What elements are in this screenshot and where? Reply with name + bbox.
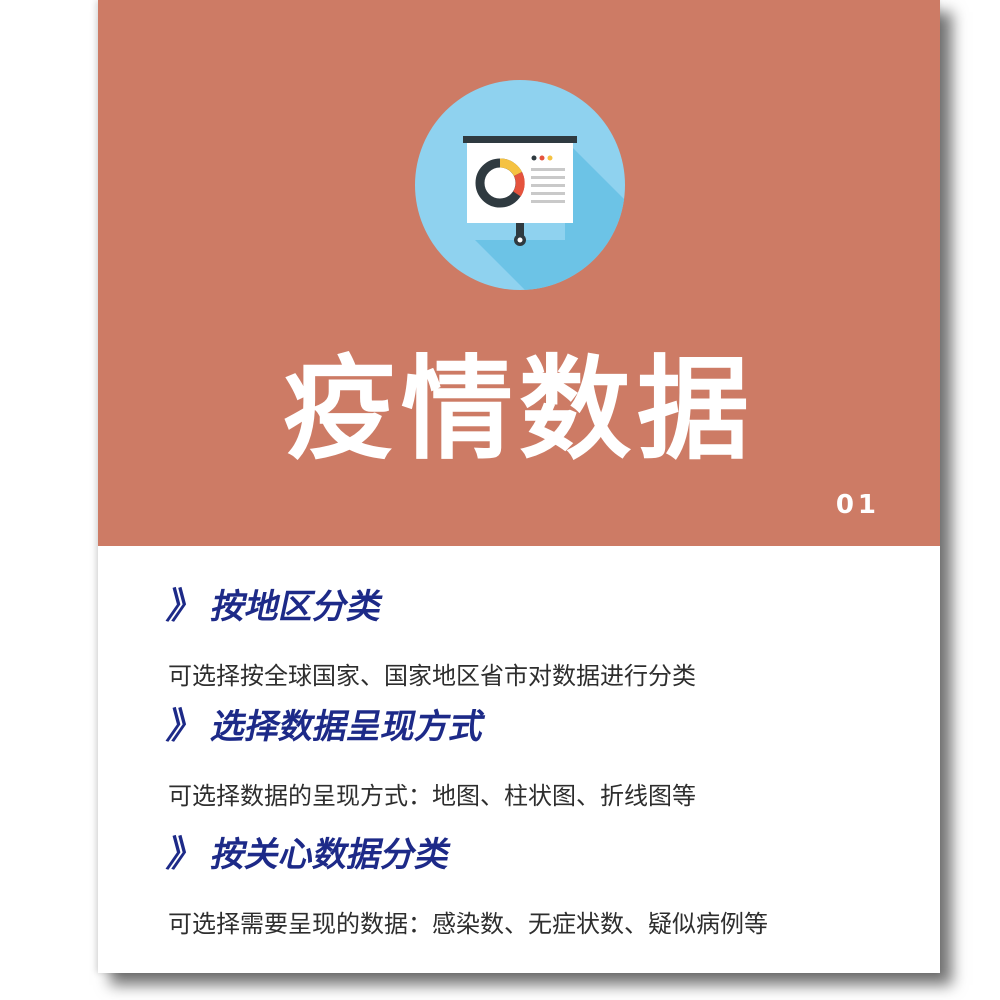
page-number: 01	[835, 490, 880, 520]
section-description: 可选择数据的呈现方式：地图、柱状图、折线图等	[168, 782, 696, 810]
section-data-category: 》 按关心数据分类 可选择需要呈现的数据：感染数、无症状数、疑似病例等	[164, 830, 888, 940]
section-description: 可选择按全球国家、国家地区省市对数据进行分类	[168, 662, 696, 690]
section-title: 按关心数据分类	[207, 835, 455, 875]
section-heading: 》 选择数据呈现方式	[164, 702, 888, 752]
presentation-chart-icon	[415, 80, 625, 290]
feature-card: 疫情数据 01 》 按地区分类 可选择按全球国家、国家地区省市对数据进行分类 》…	[98, 0, 940, 973]
hero-title: 疫情数据	[283, 345, 755, 475]
section-title: 按地区分类	[207, 587, 387, 627]
section-description: 可选择需要呈现的数据：感染数、无症状数、疑似病例等	[168, 910, 768, 938]
chevron-right-icon: 》	[163, 834, 209, 875]
section-heading: 》 按地区分类	[164, 582, 888, 632]
section-title: 选择数据呈现方式	[207, 707, 489, 747]
section-display-mode: 》 选择数据呈现方式 可选择数据的呈现方式：地图、柱状图、折线图等	[164, 702, 888, 812]
section-heading: 》 按关心数据分类	[164, 830, 888, 880]
section-region-category: 》 按地区分类 可选择按全球国家、国家地区省市对数据进行分类	[164, 582, 888, 692]
chevron-right-icon: 》	[163, 586, 209, 627]
hero-banner: 疫情数据 01	[98, 0, 940, 546]
feature-list: 》 按地区分类 可选择按全球国家、国家地区省市对数据进行分类 》 选择数据呈现方…	[98, 546, 940, 973]
chevron-right-icon: 》	[163, 706, 209, 747]
